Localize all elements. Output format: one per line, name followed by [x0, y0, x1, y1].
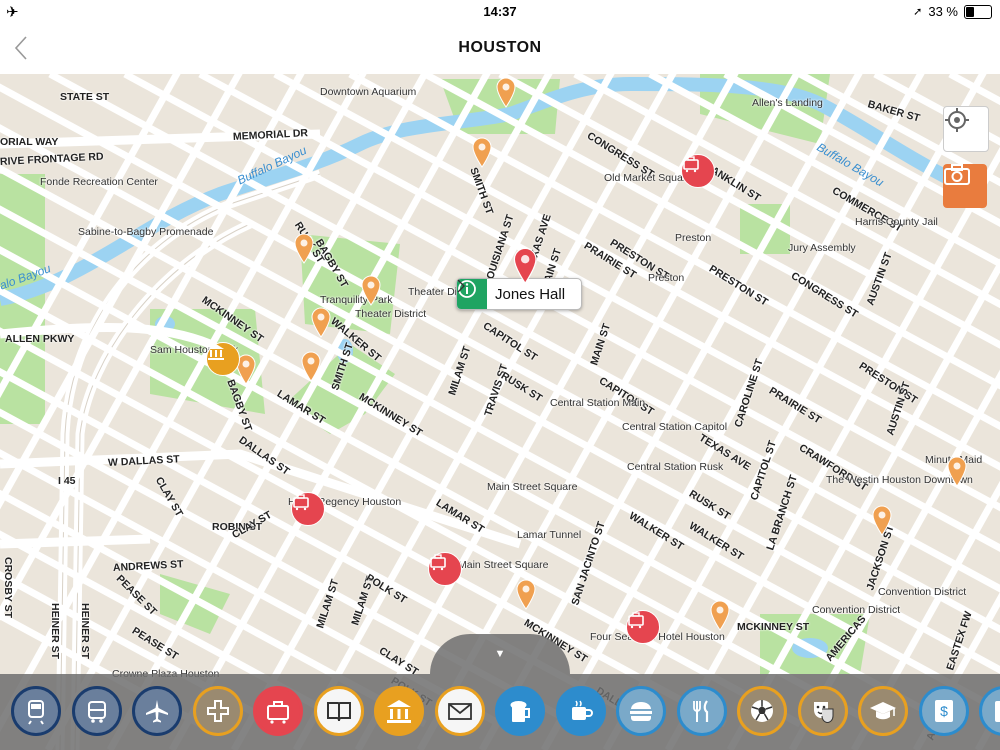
poi-label: Jury Assembly: [788, 242, 856, 254]
category-theater-button[interactable]: [797, 686, 848, 736]
soccer-ball-icon: [751, 700, 773, 722]
medical-cross-icon: [206, 700, 229, 722]
poi-label: Main Street Square: [458, 559, 549, 571]
category-sports-button[interactable]: [737, 686, 787, 736]
hotel-marker[interactable]: [291, 492, 325, 526]
street-label: ALLEN PKWY: [5, 333, 75, 345]
museum-icon: [387, 700, 411, 723]
luggage-icon: [267, 701, 289, 724]
shopping-icon: $: [995, 701, 1000, 722]
map-pin[interactable]: [360, 274, 382, 306]
map-pin[interactable]: [293, 232, 315, 264]
map-pin[interactable]: [709, 599, 731, 631]
category-bus-button[interactable]: [71, 686, 122, 736]
book-icon: [326, 702, 351, 722]
category-train-button[interactable]: [11, 686, 61, 736]
street-label: ORIAL WAY: [0, 136, 59, 148]
hotel-marker[interactable]: [681, 154, 715, 188]
nav-bar: HOUSTON: [0, 22, 1000, 75]
beer-mug-icon: [510, 701, 530, 722]
status-time: 14:37: [483, 4, 517, 19]
poi-label: Lamar Tunnel: [517, 529, 582, 541]
battery-icon: [964, 4, 992, 19]
category-education-button[interactable]: [858, 686, 908, 736]
theater-mask-icon: [813, 702, 833, 723]
poi-label: Sabine-to-Bagby Promenade: [78, 226, 214, 238]
graduation-cap-icon: [870, 702, 896, 720]
expand-tab[interactable]: ▼: [430, 634, 570, 674]
street-label: I 45: [58, 475, 76, 487]
poi-label: Preston: [648, 272, 685, 284]
map-pin[interactable]: [300, 350, 322, 382]
poi-label: Old Market Square: [604, 172, 693, 184]
svg-text:$: $: [940, 703, 948, 719]
battery-percent: 33 %: [928, 4, 958, 19]
category-books-button[interactable]: [313, 686, 364, 736]
category-bar: $$: [0, 674, 1000, 750]
category-museums-button[interactable]: [374, 686, 424, 736]
poi-label: Preston: [675, 232, 712, 244]
map-pin[interactable]: [512, 246, 537, 285]
map-view[interactable]: STATE ST MEMORIAL DR ORIAL WAY RIVE FRONTAG…: [0, 74, 1000, 750]
poi-label: Central Station Rusk: [627, 461, 724, 473]
category-restaurants-button[interactable]: [676, 686, 727, 736]
category-health-button[interactable]: [192, 686, 243, 736]
crosshair-icon: [945, 108, 969, 132]
poi-label: Fonde Recreation Center: [40, 176, 158, 188]
location-arrow-icon: ➚: [913, 6, 923, 18]
money-icon: $: [934, 700, 953, 722]
map-pin[interactable]: [515, 578, 537, 610]
category-airport-button[interactable]: [132, 686, 182, 736]
map-pin[interactable]: [871, 504, 893, 536]
envelope-icon: [447, 703, 472, 720]
page-title: HOUSTON: [458, 39, 542, 56]
coffee-cup-icon: [571, 700, 593, 720]
poi-label: Convention District: [878, 586, 967, 598]
hotel-marker[interactable]: [428, 552, 462, 586]
camera-icon: [944, 164, 970, 185]
category-hotels-button[interactable]: [253, 686, 303, 736]
poi-label: Theater District: [355, 308, 427, 320]
plane-icon: [146, 700, 168, 723]
street-label: HEINER ST: [79, 603, 91, 660]
burger-icon: [630, 702, 652, 721]
category-mail-button[interactable]: [434, 686, 485, 736]
poi-label: Central Station Capitol: [622, 421, 728, 433]
street-label: STATE ST: [60, 91, 110, 103]
map-pin[interactable]: [495, 76, 517, 108]
street-label: CROSBY ST: [2, 557, 14, 619]
map-pin[interactable]: [310, 306, 332, 338]
poi-label: Allen's Landing: [752, 97, 823, 109]
map-pin[interactable]: [471, 136, 493, 168]
category-cafes-button[interactable]: [555, 686, 606, 736]
status-bar: ✈ 14:37 ➚ 33 %: [0, 0, 1000, 22]
bus-icon: [87, 701, 106, 723]
chevron-right-icon: [457, 279, 581, 309]
hotel-marker[interactable]: [626, 610, 660, 644]
triangle-down-icon: ▼: [494, 648, 506, 660]
category-money-button[interactable]: $: [918, 686, 969, 736]
poi-label: Central Station Main: [550, 397, 646, 409]
camera-button[interactable]: [943, 164, 987, 208]
category-bars-button[interactable]: [495, 686, 545, 736]
poi-label: Convention District: [812, 604, 901, 616]
fork-knife-icon: [692, 700, 708, 722]
category-shopping-button[interactable]: $: [979, 686, 1000, 736]
status-right: ➚ 33 %: [913, 4, 992, 19]
locate-button[interactable]: [943, 106, 989, 152]
street-label: MCKINNEY ST: [737, 621, 810, 633]
map-pin[interactable]: [946, 455, 968, 487]
street-label: HEINER ST: [49, 603, 61, 660]
poi-label: Downtown Aquarium: [320, 86, 417, 98]
poi-label: Main Street Square: [487, 481, 578, 493]
poi-label: Harris County Jail: [855, 216, 938, 228]
category-fast-food-button[interactable]: [616, 686, 666, 736]
museum-marker[interactable]: [206, 342, 240, 376]
train-icon: [28, 700, 44, 725]
